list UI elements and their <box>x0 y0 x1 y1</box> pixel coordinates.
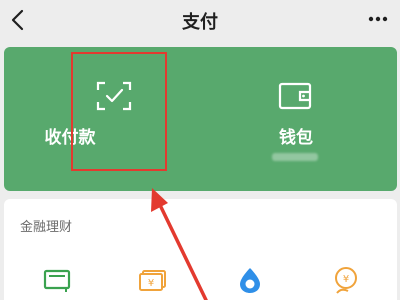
scan-check-icon <box>96 81 132 111</box>
yuan-note-icon[interactable]: ¥ <box>138 265 168 295</box>
page-title: 支付 <box>182 12 218 33</box>
finance-section-title: 金融理财 <box>20 220 73 235</box>
payment-wallet-panel: 收付款 钱包 <box>4 47 397 191</box>
finance-section: 金融理财 ¥ ¥ <box>4 199 397 300</box>
wallet-label: 钱包 <box>279 128 313 148</box>
svg-text:¥: ¥ <box>343 274 349 285</box>
receive-pay-tile[interactable]: 收付款 <box>4 47 200 191</box>
receive-pay-label: 收付款 <box>44 128 96 148</box>
wallet-tile[interactable]: 钱包 <box>200 47 397 191</box>
wallet-icon <box>278 82 312 110</box>
card-icon[interactable] <box>42 265 72 295</box>
hand-coin-icon[interactable]: ¥ <box>331 265 361 295</box>
top-nav-bar: 支付 <box>0 0 400 40</box>
more-options-icon[interactable] <box>368 13 388 25</box>
wallet-balance-blurred <box>272 153 318 161</box>
water-drop-icon[interactable] <box>235 265 265 295</box>
svg-text:¥: ¥ <box>148 278 154 289</box>
